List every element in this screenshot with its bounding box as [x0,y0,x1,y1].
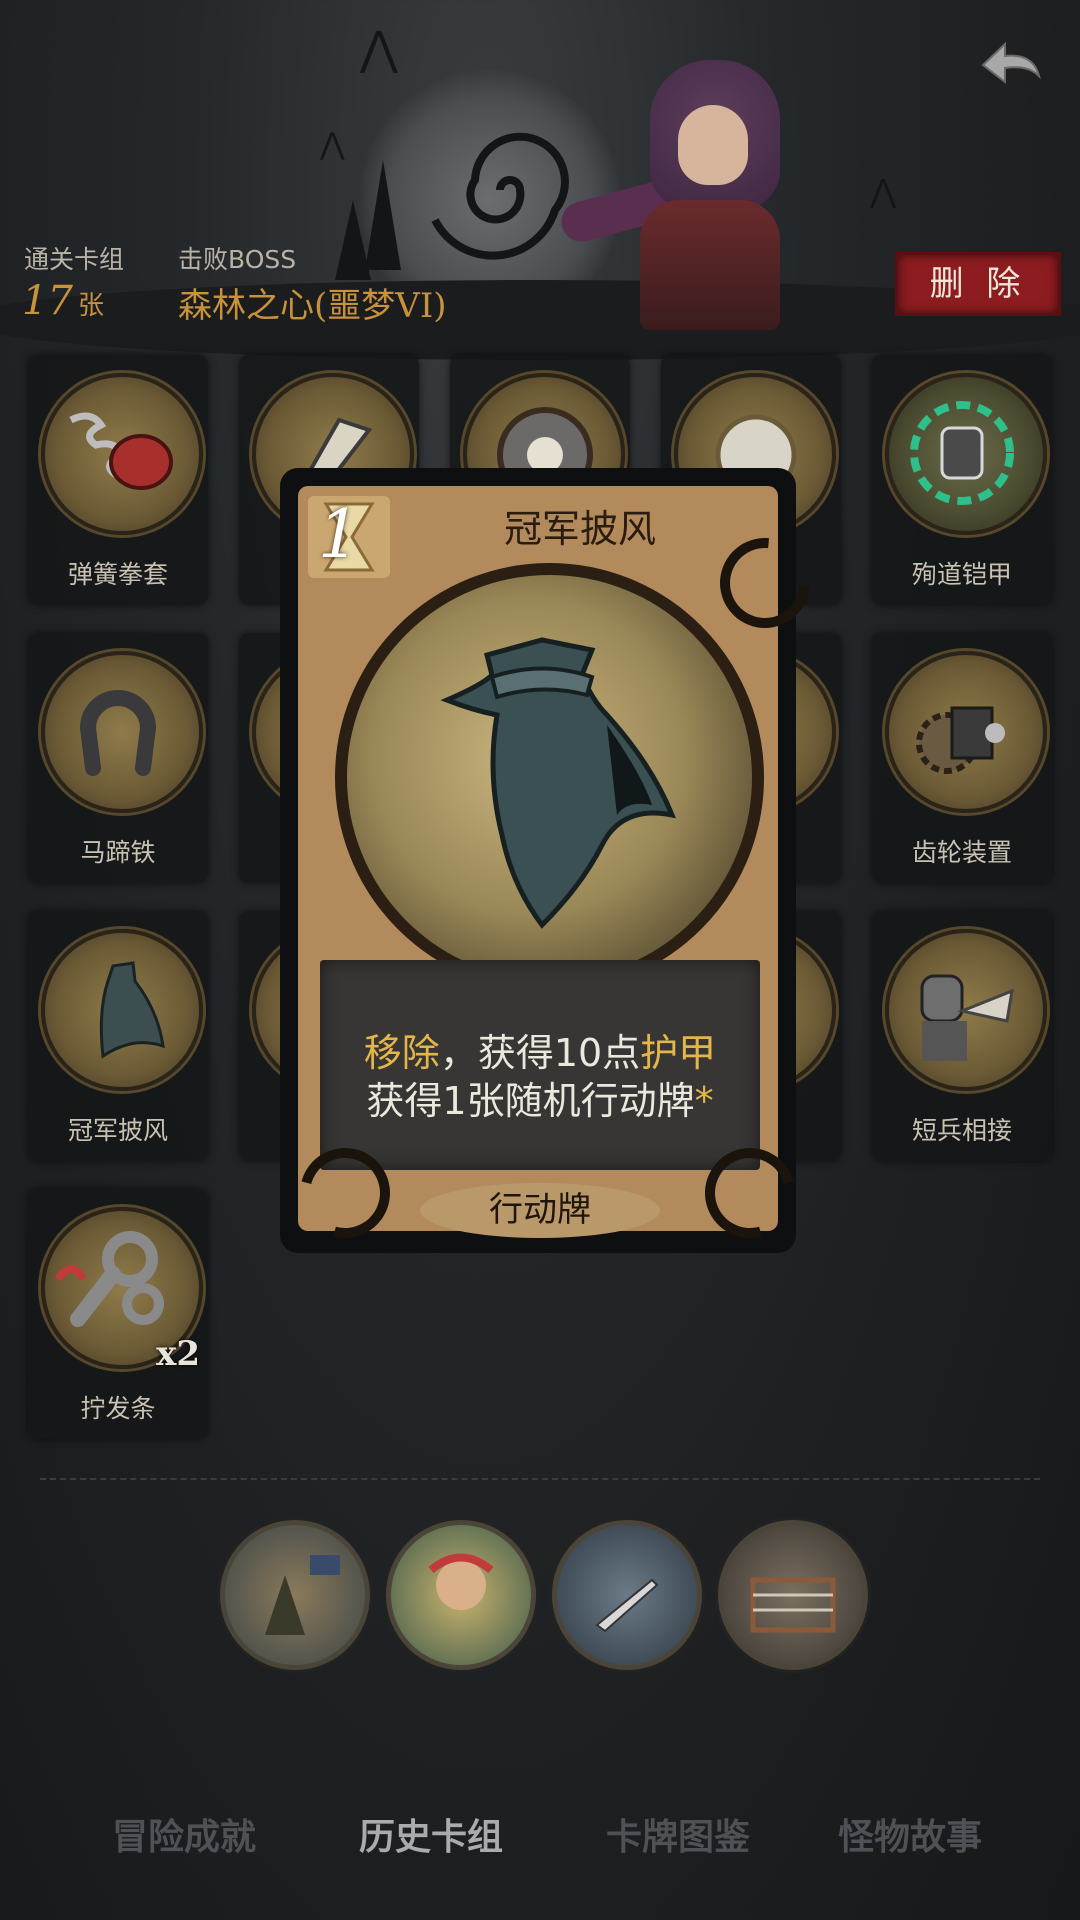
keyword-remove: 移除 [363,1031,440,1075]
card-description: 移除，获得10点护甲 获得1张随机行动牌* [320,960,760,1170]
header-banner: ⋀ ⋀ ⋀ 通关卡组 17 张 击败BOSS 森林之心(噩梦VI) 删 除 [0,0,1080,360]
relic-dagger[interactable] [552,1520,702,1670]
horseshoe-icon [79,690,157,776]
description-line-2: 获得1张随机行动牌* [320,1070,760,1125]
card-name: 殉道铠甲 [911,560,1012,589]
martyr-armor-icon [910,401,1014,505]
gear-device-icon [916,706,1005,774]
tab-history-deck[interactable]: 历史卡组 [331,1808,531,1860]
relic-boxing-ring[interactable] [718,1520,868,1670]
deck-count-group: 17 张 [22,278,104,324]
tab-monster-stories[interactable]: 怪物故事 [810,1808,1010,1860]
relic-dryad[interactable] [386,1520,536,1670]
spring-glove-icon [69,412,173,490]
delete-button[interactable]: 删 除 [895,252,1061,316]
back-arrow-icon [981,41,1041,85]
deck-label: 通关卡组 [24,245,125,274]
deck-card-wind-up[interactable]: x2 拧发条 [28,1189,208,1439]
tab-achievements[interactable]: 冒险成就 [84,1808,284,1860]
hero-character [557,60,830,330]
dryad-relic-icon [428,1553,494,1610]
relic-herald[interactable] [220,1520,370,1670]
card-type: 行动牌 [420,1183,660,1238]
deck-unit: 张 [78,291,105,321]
card-cost: 1 [318,496,360,573]
card-art [335,563,764,992]
cloak-icon [99,961,165,1059]
deck-card-horseshoe[interactable]: 马蹄铁 [28,633,208,883]
deck-card-champion-cloak[interactable]: 冠军披风 [28,911,208,1161]
bat-icon: ⋀ [360,21,398,75]
cloak-icon [440,637,677,929]
keyword-armor: 护甲 [640,1031,717,1075]
card-name: 马蹄铁 [80,838,156,867]
deck-card-spring-glove[interactable]: 弹簧拳套 [28,355,208,605]
deck-card-close-combat[interactable]: 短兵相接 [872,911,1052,1161]
divider [40,1478,1040,1480]
bat-icon: ⋀ [870,172,897,210]
card-title: 冠军披风 [503,507,656,551]
card-name: 弹簧拳套 [67,560,168,589]
count-badge: x2 [156,1334,200,1374]
description-text: ，获得10点 [439,1031,641,1075]
deck-card-gear-device[interactable]: 齿轮装置 [872,633,1052,883]
boxing-ring-relic-icon [750,1577,836,1633]
card-name: 齿轮装置 [911,838,1012,867]
deck-count: 17 [22,278,73,324]
swirl-icon [431,132,569,260]
card-name: 冠军披风 [67,1116,168,1145]
card-detail-popup[interactable]: 1 冠军披风 移除，获得10点护甲 获得1张随机行动牌* 行动牌 [280,468,829,1255]
description-text: 获得1张随机行动牌 [366,1079,695,1123]
boss-name: 森林之心(噩梦VI) [178,286,447,326]
tab-card-codex[interactable]: 卡牌图鉴 [578,1808,778,1860]
tree-silhouette [335,200,371,280]
card-name: 短兵相接 [911,1116,1012,1145]
wind-up-key-icon [54,1231,164,1327]
cost-box: 1 [308,496,390,578]
herald-relic-icon [265,1555,340,1635]
knight-icon [920,974,1014,1061]
description-line-1: 移除，获得10点护甲 [320,1022,760,1077]
deck-card-martyr-armor[interactable]: 殉道铠甲 [872,355,1052,605]
card-name: 拧发条 [80,1394,156,1423]
back-button[interactable] [975,30,1045,100]
boss-label: 击败BOSS [178,245,297,274]
dagger-relic-icon [595,1578,659,1633]
footnote-star: * [694,1079,714,1123]
bat-icon: ⋀ [320,127,345,162]
